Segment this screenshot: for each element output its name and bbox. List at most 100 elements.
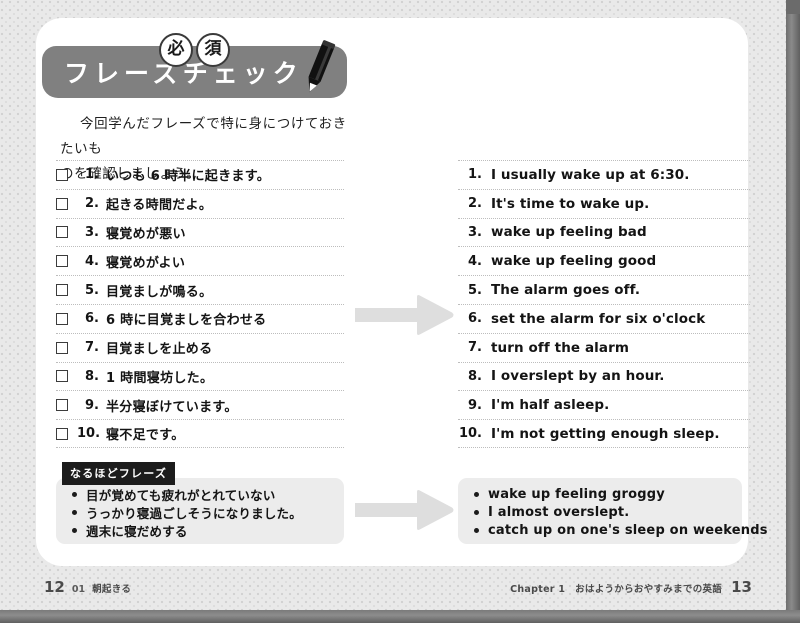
- item-text: I'm half asleep.: [491, 397, 610, 414]
- item-number: 9.: [468, 397, 482, 413]
- bullet-dot-icon: [72, 528, 77, 533]
- item-text: set the alarm for six o'clock: [491, 310, 706, 327]
- checkbox[interactable]: [56, 284, 68, 297]
- page-background: フレーズチェック 必 須 今回学んだフレーズで特に身につけておきたいも のを確認…: [0, 0, 800, 623]
- english-checklist: 1. I usually wake up at 6:30. 2. It's ti…: [458, 160, 750, 448]
- bullet-text: I almost overslept.: [488, 505, 630, 520]
- bullet-text: 週末に寝だめする: [86, 524, 188, 539]
- chapter-title: Chapter 1 おはようからおやすみまでの英語: [510, 584, 723, 595]
- bullet-text: wake up feeling groggy: [488, 487, 665, 502]
- checkbox[interactable]: [56, 341, 68, 354]
- footer-left: 12 01 朝起きる: [44, 578, 131, 596]
- item-number: 8.: [85, 368, 99, 384]
- item-text: It's time to wake up.: [491, 195, 650, 212]
- japanese-checklist: 1. いつも 6 時半に起きます。 2. 起きる時間だよ。 3. 寝覚めが悪い …: [56, 160, 344, 448]
- bullet-dot-icon: [72, 492, 77, 497]
- checklist-row: 7. turn off the alarm: [458, 332, 750, 362]
- checkbox[interactable]: [56, 427, 68, 440]
- item-number: 8.: [468, 368, 482, 384]
- checklist-row: 2. It's time to wake up.: [458, 188, 750, 218]
- item-text: 半分寝ぼけています。: [106, 399, 238, 415]
- bullet-item: catch up on one's sleep on weekends: [458, 522, 767, 539]
- bullet-item: wake up feeling groggy: [458, 486, 742, 503]
- item-number: 10.: [458, 426, 482, 442]
- checkbox[interactable]: [56, 255, 68, 268]
- item-number: 7.: [468, 340, 482, 356]
- checkbox[interactable]: [56, 226, 68, 239]
- section-title: 朝起きる: [92, 584, 132, 595]
- bullet-dot-icon: [474, 492, 479, 497]
- bullet-item: 目が覚めても疲れがとれていない: [56, 486, 344, 503]
- item-text: 起きる時間だよ。: [106, 198, 213, 214]
- checklist-row: 4. wake up feeling good: [458, 246, 750, 275]
- bullet-dot-icon: [474, 510, 479, 515]
- checkbox[interactable]: [56, 399, 68, 412]
- item-number: 5.: [468, 282, 482, 298]
- bullet-text: 目が覚めても疲れがとれていない: [86, 488, 276, 503]
- bullet-dot-icon: [474, 528, 479, 533]
- book-edge-right: [786, 0, 800, 623]
- checklist-row[interactable]: 2. 起きる時間だよ。: [56, 188, 344, 218]
- checklist-row[interactable]: 4. 寝覚めがよい: [56, 246, 344, 275]
- bullet-item: 週末に寝だめする: [56, 522, 344, 539]
- item-number: 1.: [85, 167, 99, 183]
- item-text: 寝覚めがよい: [106, 255, 186, 271]
- naruhodo-english-box: wake up feeling groggy I almost overslep…: [458, 478, 767, 544]
- footer-right: Chapter 1 おはようからおやすみまでの英語 13: [510, 578, 752, 596]
- item-text: 目覚ましが鳴る。: [106, 284, 213, 300]
- checklist-row[interactable]: 10. 寝不足です。: [56, 419, 344, 448]
- book-edge-bottom: [0, 610, 800, 623]
- checklist-row: 1. I usually wake up at 6:30.: [458, 160, 750, 189]
- item-number: 7.: [85, 340, 99, 356]
- arrow-right-icon: [355, 490, 454, 530]
- checklist-row[interactable]: 6. 6 時に目覚ましを合わせる: [56, 303, 344, 333]
- bullet-item: I almost overslept.: [458, 504, 742, 521]
- item-number: 3.: [85, 224, 99, 240]
- item-text: turn off the alarm: [491, 339, 630, 356]
- checklist-row: 5. The alarm goes off.: [458, 275, 750, 304]
- bullet-text: うっかり寝過ごしそうになりました。: [86, 506, 302, 521]
- checkbox[interactable]: [56, 312, 68, 325]
- section-number: 01: [71, 584, 86, 595]
- naruhodo-label: なるほどフレーズ: [62, 462, 176, 485]
- item-text: 寝不足です。: [106, 428, 185, 444]
- naruhodo-japanese-box: 目が覚めても疲れがとれていない うっかり寝過ごしそうになりました。 週末に寝だめ…: [56, 478, 344, 544]
- item-number: 6.: [468, 311, 482, 327]
- intro-line-1: 今回学んだフレーズで特に身につけておきたいも: [60, 116, 347, 157]
- checklist-row: 9. I'm half asleep.: [458, 390, 750, 419]
- item-number: 2.: [468, 196, 482, 212]
- checklist-row: 6. set the alarm for six o'clock: [458, 303, 750, 333]
- item-number: 4.: [85, 253, 99, 269]
- checkbox[interactable]: [56, 168, 68, 181]
- item-text: 6 時に目覚ましを合わせる: [106, 313, 267, 329]
- badge-hissu-1: 必: [159, 33, 193, 67]
- checklist-row: 8. I overslept by an hour.: [458, 361, 750, 391]
- item-number: 2.: [85, 196, 99, 212]
- item-text: I'm not getting enough sleep.: [491, 425, 720, 442]
- bullet-item: うっかり寝過ごしそうになりました。: [56, 504, 344, 521]
- bullet-text: catch up on one's sleep on weekends: [488, 523, 768, 538]
- item-number: 10.: [77, 426, 101, 442]
- badge-hissu-2: 須: [196, 33, 230, 67]
- item-text: The alarm goes off.: [491, 282, 641, 299]
- item-text: wake up feeling bad: [491, 224, 647, 241]
- checkbox[interactable]: [56, 370, 68, 383]
- book-edge-corner: [786, 0, 800, 14]
- checklist-row[interactable]: 7. 目覚ましを止める: [56, 332, 344, 362]
- checklist-row: 3. wake up feeling bad: [458, 217, 750, 247]
- arrow-right-icon: [355, 295, 454, 335]
- checkbox[interactable]: [56, 197, 68, 210]
- item-number: 4.: [468, 253, 482, 269]
- item-text: wake up feeling good: [491, 253, 657, 270]
- checklist-row[interactable]: 1. いつも 6 時半に起きます。: [56, 160, 344, 189]
- item-text: I usually wake up at 6:30.: [491, 166, 690, 183]
- page-number-left: 12: [44, 578, 65, 596]
- item-text: いつも 6 時半に起きます。: [106, 169, 270, 185]
- checklist-row[interactable]: 9. 半分寝ぼけています。: [56, 390, 344, 419]
- bullet-dot-icon: [72, 510, 77, 515]
- checklist-row[interactable]: 3. 寝覚めが悪い: [56, 217, 344, 247]
- checklist-row[interactable]: 8. 1 時間寝坊した。: [56, 361, 344, 391]
- item-number: 9.: [85, 397, 99, 413]
- checklist-row[interactable]: 5. 目覚ましが鳴る。: [56, 275, 344, 304]
- item-number: 6.: [85, 311, 99, 327]
